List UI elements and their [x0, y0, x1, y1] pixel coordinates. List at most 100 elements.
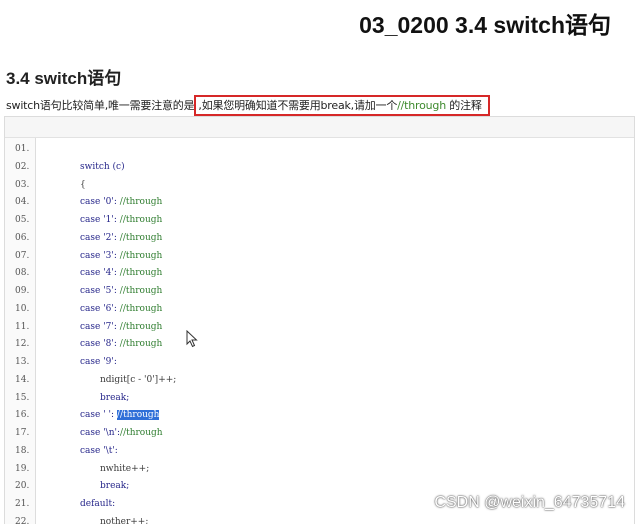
code-comment: //through — [119, 339, 163, 350]
code-block-toolbar — [5, 117, 634, 138]
code-text: break; — [100, 390, 129, 408]
code-line: 16. case ' ': //through — [5, 407, 634, 425]
intro-paragraph: switch语句比较简单,唯一需要注意的是 ,如果您明确知道不需要用break,请… — [6, 95, 490, 116]
intro-highlight-text: ,如果您明确知道不需要用break,请加一个 — [198, 99, 398, 112]
code-comment: //through — [119, 215, 163, 225]
code-text: case '8': //through — [80, 336, 162, 354]
code-token: case ' ': — [80, 410, 117, 421]
code-line: 19. nwhite++; — [5, 461, 634, 479]
code-token: nother++; — [100, 516, 149, 524]
code-token: nwhite++; — [100, 463, 150, 474]
line-number: 15. — [15, 392, 30, 403]
line-number: 06. — [15, 232, 30, 243]
code-lines[interactable]: 01. 02. switch (c) 03. {04. case '0': //throu… — [5, 141, 634, 524]
code-comment: //through — [120, 428, 163, 438]
line-number: 12. — [15, 339, 30, 350]
line-number: 02. — [15, 161, 30, 172]
line-number: 22. — [15, 516, 30, 524]
line-number: 09. — [15, 286, 30, 296]
code-text: case '1': //through — [80, 212, 162, 230]
code-text: case ' ': //through — [80, 407, 160, 425]
code-line: 09. case '5': //through — [5, 283, 634, 301]
line-number: 21. — [15, 499, 30, 509]
code-token: case '\n': — [80, 428, 121, 438]
code-text: case '\n'://through — [80, 425, 163, 443]
line-number: 16. — [15, 410, 30, 421]
code-line: 08. case '4': //through — [5, 265, 634, 283]
code-comment: //through — [119, 303, 163, 314]
code-line: 02. switch (c) — [5, 159, 634, 177]
code-token: case '5': — [80, 286, 120, 296]
intro-text: switch语句比较简单,唯一需要注意的是 — [6, 99, 195, 112]
code-text: case '4': //through — [80, 265, 162, 283]
code-comment: //through — [119, 286, 163, 296]
code-token: case '7': — [80, 321, 120, 332]
code-token: case '3': — [80, 250, 120, 261]
line-number: 03. — [15, 179, 30, 190]
code-line: 11. case '7': //through — [5, 319, 634, 337]
page-title: 03_0200 3.4 switch语句 — [359, 12, 611, 38]
code-text: case '0': //through — [80, 194, 162, 212]
code-text: nwhite++; — [100, 461, 149, 479]
code-line: 22. nother++; — [5, 514, 634, 524]
code-line: 05. case '1': //through — [5, 212, 634, 230]
code-line: 14. ndigit[c - '0']++; — [5, 372, 634, 390]
code-token: case '6': — [80, 303, 120, 314]
code-line: 17. case '\n'://through — [5, 425, 634, 443]
code-token: default: — [80, 499, 116, 509]
code-token: case '0': — [80, 197, 120, 208]
code-text: case '2': //through — [80, 230, 162, 248]
line-number: 17. — [15, 428, 30, 438]
line-number: 07. — [15, 250, 30, 261]
code-line: 07. case '3': //through — [5, 248, 634, 266]
code-comment: //through — [119, 232, 163, 243]
code-line: 04. case '0': //through — [5, 194, 634, 212]
code-text: switch (c) — [80, 159, 125, 177]
code-block: 01. 02. switch (c) 03. {04. case '0': //throu… — [4, 116, 635, 524]
line-number: 01. — [15, 144, 30, 154]
selected-comment: //through — [116, 410, 160, 421]
code-line: 12. case '8': //through — [5, 336, 634, 354]
line-number: 19. — [15, 463, 30, 474]
code-comment: //through — [119, 250, 163, 261]
code-token: case '9': — [80, 357, 117, 367]
line-number: 18. — [15, 445, 30, 456]
line-number: 13. — [15, 357, 30, 367]
watermark: CSDN @weixin_64735714 — [434, 494, 625, 511]
code-token: case '\t': — [80, 445, 118, 456]
line-number: 04. — [15, 197, 30, 208]
code-comment: //through — [119, 197, 163, 208]
line-number: 11. — [15, 321, 30, 332]
code-text: case '9': — [80, 354, 117, 372]
line-number: 14. — [15, 374, 30, 385]
line-number: 05. — [15, 215, 30, 225]
code-token: case '1': — [80, 215, 120, 225]
line-number: 10. — [15, 303, 30, 314]
line-number: 08. — [15, 268, 30, 279]
section-heading: 3.4 switch语句 — [6, 69, 122, 88]
code-token: case '4': — [80, 268, 120, 279]
code-token: break; — [100, 481, 130, 492]
line-number: 20. — [15, 481, 30, 492]
code-comment: //through — [119, 268, 163, 279]
code-text: default: — [80, 496, 115, 514]
code-text: case '7': //through — [80, 319, 162, 337]
code-text: { — [80, 177, 86, 195]
code-line: 13. case '9': — [5, 354, 634, 372]
intro-highlight-comment: //through — [397, 99, 446, 112]
code-token: case '8': — [80, 339, 120, 350]
code-text: nother++; — [100, 514, 148, 524]
code-token: ndigit[c - '0']++; — [100, 374, 177, 385]
code-text: case '3': //through — [80, 248, 162, 266]
code-comment: //through — [119, 321, 163, 332]
code-token: switch (c) — [80, 161, 125, 172]
code-text: ndigit[c - '0']++; — [100, 372, 176, 390]
page: 03_0200 3.4 switch语句 3.4 switch语句 switch… — [0, 0, 639, 524]
code-text: case '\t': — [80, 443, 118, 461]
code-line: 18. case '\t': — [5, 443, 634, 461]
code-token: { — [80, 179, 86, 190]
code-line: 10. case '6': //through — [5, 301, 634, 319]
intro-highlight-suffix: 的注释 — [446, 99, 482, 112]
code-line: 06. case '2': //through — [5, 230, 634, 248]
code-line: 15. break; — [5, 390, 634, 408]
